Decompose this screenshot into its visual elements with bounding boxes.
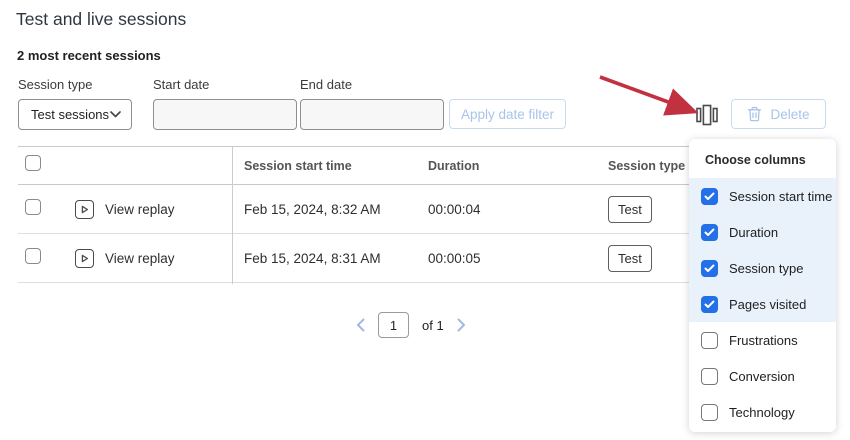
column-option-label: Pages visited [729, 297, 806, 312]
checked-checkbox-icon[interactable] [701, 188, 718, 205]
choose-columns-button[interactable] [695, 103, 719, 127]
view-replay-link[interactable]: View replay [105, 202, 175, 217]
column-option-label: Duration [729, 225, 778, 240]
column-option-duration[interactable]: Duration [689, 214, 836, 250]
delete-button-label: Delete [770, 107, 809, 122]
unchecked-checkbox-icon[interactable] [701, 404, 718, 421]
column-option-session-start-time[interactable]: Session start time [689, 178, 836, 214]
column-option-label: Session type [729, 261, 803, 276]
apply-date-filter-button[interactable]: Apply date filter [449, 99, 566, 129]
cell-duration: 00:00:05 [428, 251, 608, 266]
checked-checkbox-icon[interactable] [701, 260, 718, 277]
column-option-conversion[interactable]: Conversion [689, 358, 836, 394]
row-checkbox[interactable] [25, 199, 41, 215]
next-page-button[interactable] [457, 318, 466, 332]
start-date-input[interactable] [153, 99, 297, 130]
page-title: Test and live sessions [16, 9, 186, 30]
pagination: 1 of 1 [356, 310, 466, 340]
session-type-label: Session type [18, 77, 92, 92]
trash-icon [747, 106, 762, 122]
session-type-badge: Test [608, 245, 652, 272]
apply-date-filter-label: Apply date filter [461, 107, 554, 122]
header-session-start-time: Session start time [232, 159, 428, 173]
column-option-label: Technology [729, 405, 795, 420]
columns-icon [696, 104, 718, 126]
column-option-label: Frustrations [729, 333, 798, 348]
column-option-technology[interactable]: Technology [689, 394, 836, 430]
row-checkbox[interactable] [25, 248, 41, 264]
previous-page-button[interactable] [356, 318, 365, 332]
play-replay-button[interactable] [75, 200, 94, 219]
start-date-label: Start date [153, 77, 209, 92]
choose-columns-panel: Choose columns Session start time Durati… [689, 139, 836, 432]
header-duration: Duration [428, 159, 608, 173]
column-option-frustrations[interactable]: Frustrations [689, 322, 836, 358]
delete-button[interactable]: Delete [731, 99, 826, 129]
cell-start-time: Feb 15, 2024, 8:31 AM [232, 251, 428, 266]
column-option-pages-visited[interactable]: Pages visited [689, 286, 836, 322]
recent-sessions-count: 2 most recent sessions [17, 48, 161, 63]
choose-columns-title: Choose columns [689, 139, 836, 178]
page-count-label: of 1 [422, 318, 444, 333]
cell-start-time: Feb 15, 2024, 8:32 AM [232, 202, 428, 217]
play-replay-button[interactable] [75, 249, 94, 268]
table-column-divider [232, 147, 233, 284]
session-type-selected-value: Test sessions [31, 107, 109, 122]
current-page-input[interactable]: 1 [378, 312, 409, 338]
checked-checkbox-icon[interactable] [701, 296, 718, 313]
unchecked-checkbox-icon[interactable] [701, 368, 718, 385]
column-option-label: Session start time [729, 189, 832, 204]
column-option-session-type[interactable]: Session type [689, 250, 836, 286]
select-all-checkbox[interactable] [25, 155, 41, 171]
end-date-label: End date [300, 77, 352, 92]
red-annotation-arrow [592, 68, 710, 122]
checked-checkbox-icon[interactable] [701, 224, 718, 241]
column-option-label: Conversion [729, 369, 795, 384]
chevron-down-icon [110, 111, 121, 118]
unchecked-checkbox-icon[interactable] [701, 332, 718, 349]
session-type-select[interactable]: Test sessions [18, 99, 132, 130]
session-type-badge: Test [608, 196, 652, 223]
end-date-input[interactable] [300, 99, 444, 130]
cell-duration: 00:00:04 [428, 202, 608, 217]
view-replay-link[interactable]: View replay [105, 251, 175, 266]
